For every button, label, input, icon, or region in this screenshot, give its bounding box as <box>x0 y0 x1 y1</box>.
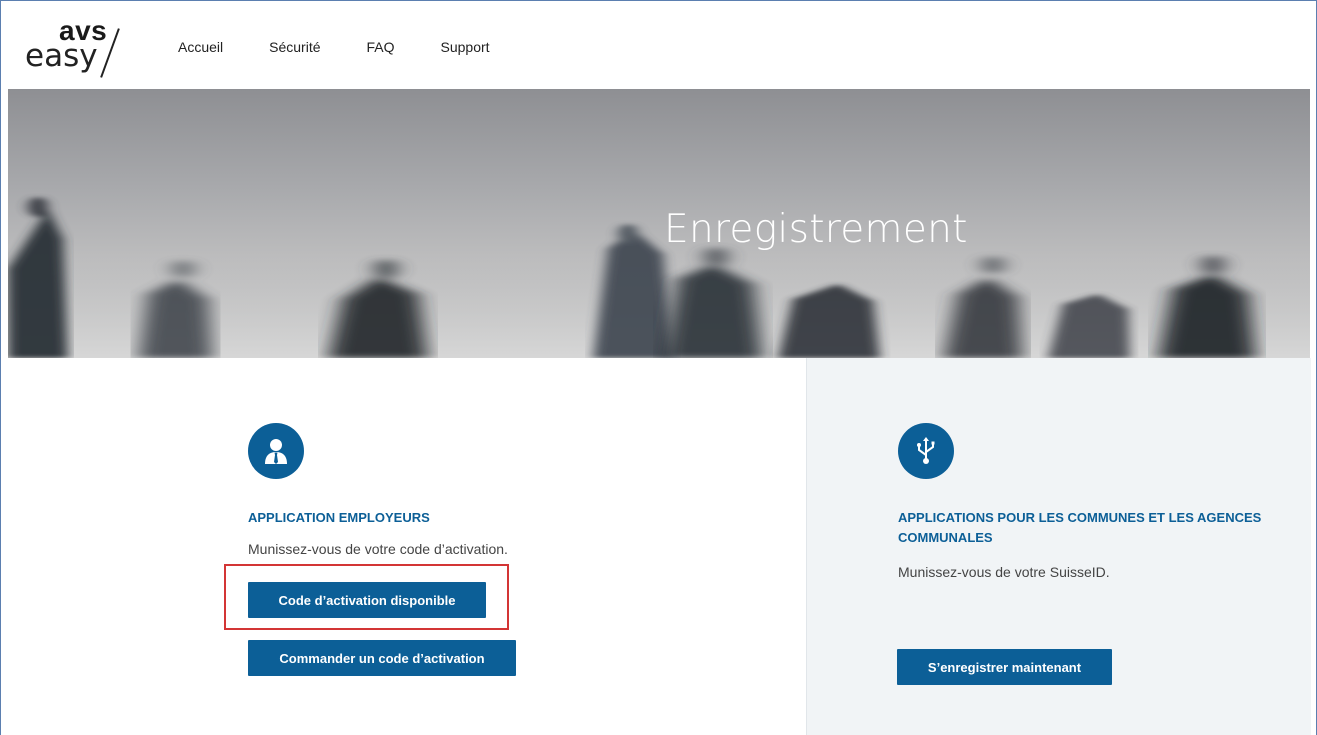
site-header: avs easy Accueil Sécurité FAQ Support <box>1 1 1316 89</box>
communes-title-line2: COMMUNALES <box>898 530 993 545</box>
employers-title: APPLICATION EMPLOYEURS <box>248 510 430 525</box>
page-frame: avs easy Accueil Sécurité FAQ Support En… <box>0 0 1317 735</box>
employer-person-icon <box>248 423 304 479</box>
page-title: Enregistrement <box>664 207 968 252</box>
logo-easy-text: easy <box>25 38 98 74</box>
main-nav: Accueil Sécurité FAQ Support <box>178 39 536 55</box>
employers-description: Munissez-vous de votre code d’activation… <box>248 541 508 557</box>
avs-easy-logo[interactable]: avs easy <box>25 17 135 78</box>
usb-icon <box>898 423 954 479</box>
hero-banner: Enregistrement <box>8 89 1310 358</box>
nav-faq[interactable]: FAQ <box>367 39 395 55</box>
communes-title: APPLICATIONS POUR LES COMMUNES ET LES AG… <box>898 508 1261 548</box>
nav-securite[interactable]: Sécurité <box>269 39 320 55</box>
communes-description: Munissez-vous de votre SuisseID. <box>898 564 1110 580</box>
communes-title-line1: APPLICATIONS POUR LES COMMUNES ET LES AG… <box>898 510 1262 525</box>
activation-code-available-button[interactable]: Code d’activation disponible <box>248 582 486 618</box>
order-activation-code-button[interactable]: Commander un code d’activation <box>248 640 516 676</box>
nav-accueil[interactable]: Accueil <box>178 39 223 55</box>
hero-background-image <box>8 197 1310 358</box>
register-now-button[interactable]: S’enregistrer maintenant <box>897 649 1112 685</box>
nav-support[interactable]: Support <box>441 39 490 55</box>
